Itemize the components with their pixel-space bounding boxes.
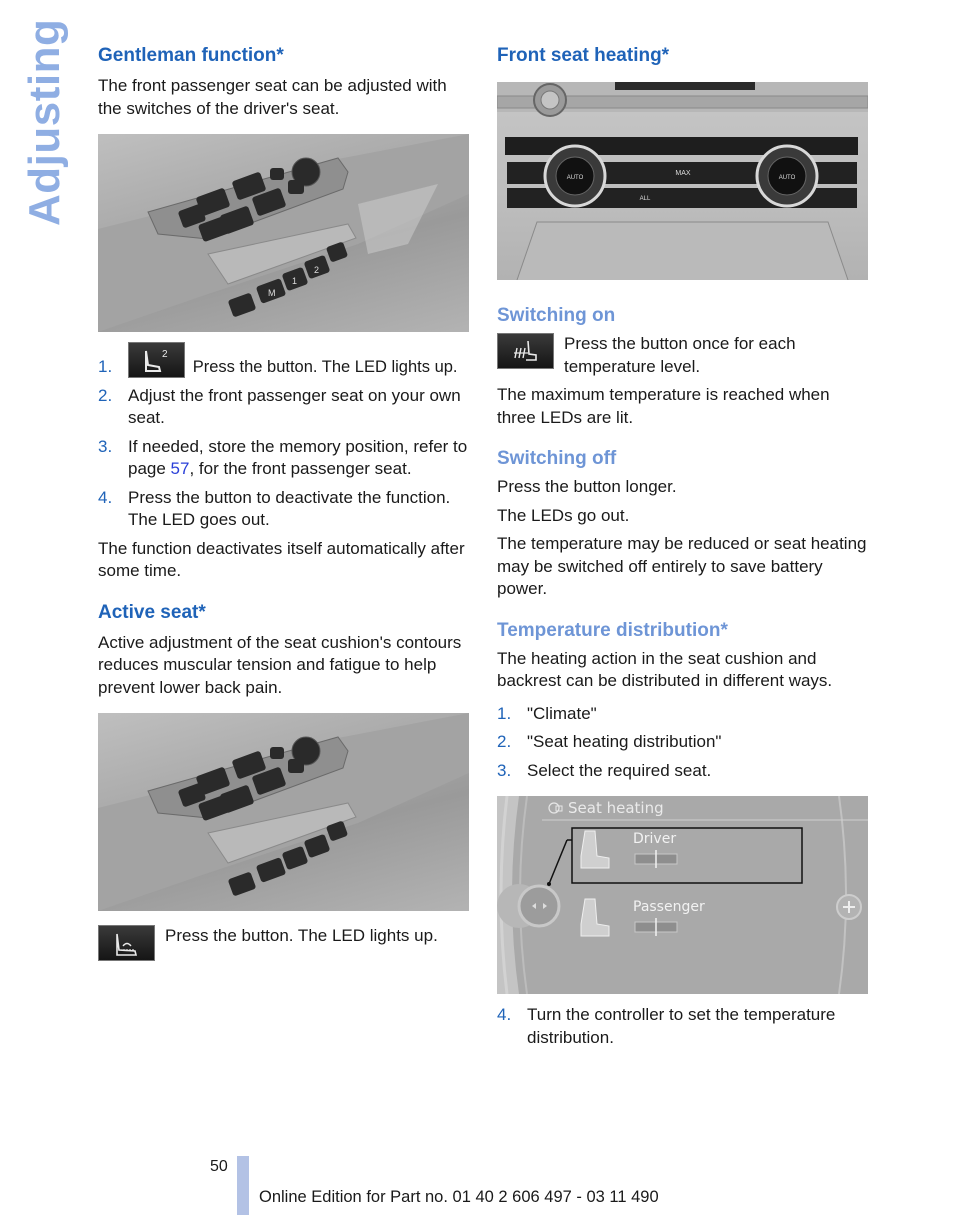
switching-off-heading: Switching off (497, 448, 617, 469)
right-knob-auto-label: AUTO (779, 175, 796, 181)
left-knob-auto-label: AUTO (567, 175, 584, 181)
seat-heating-button-icon (497, 333, 554, 369)
screen-title: Seat heating (568, 799, 664, 817)
gentleman-step-2: 2. Adjust the front passenger seat on yo… (98, 385, 461, 428)
door-panel-illustration-2 (98, 713, 469, 912)
driver-seat-icon (580, 830, 610, 869)
switching-on-text: Press the button once for each temperatu… (564, 334, 796, 376)
climate-control-illustration: AUTO AUTO MAX ALL (497, 82, 868, 280)
gentleman-step-4: 4. Press the button to deactivate the fu… (98, 487, 451, 530)
left-temperature-knob: AUTO (543, 144, 607, 208)
memory-1-label: 1 (292, 276, 297, 286)
right-column: Front seat heating* AUTO AUTO MAX ALL Sw… (497, 44, 868, 1055)
seat-memory-2-button-icon: 2 (128, 342, 185, 378)
distribution-step-3: 3. Select the required seat. (497, 760, 712, 780)
plus-button-icon[interactable] (836, 894, 862, 920)
driver-label[interactable]: Driver (633, 831, 676, 847)
switching-on-note: The maximum temperature is reached when … (497, 385, 830, 427)
gentleman-step-1: 1. 2 Press the button. The LED lights up… (98, 342, 469, 379)
door-panel-figure: M 1 2 (98, 134, 469, 332)
gentleman-intro: The front passenger seat can be adjusted… (98, 76, 447, 118)
seat-heating-screen: Seat heating Driver Passenger (497, 796, 868, 994)
page-57-link[interactable]: 57 (171, 459, 190, 478)
active-seat-door-figure (98, 713, 469, 912)
left-column: Gentleman function* The front passenger … (98, 44, 469, 969)
callout-line (548, 839, 568, 885)
memory-2-label: 2 (314, 265, 319, 275)
active-seat-intro: Active adjustment of the seat cushion's … (98, 632, 462, 697)
page-number: 50 (210, 1158, 228, 1175)
distribution-final-step: 4. Turn the controller to set the temper… (497, 1004, 868, 1049)
right-temperature-knob: AUTO (755, 144, 819, 208)
svg-text:2: 2 (162, 349, 168, 360)
chapter-title: Adjusting (20, 18, 69, 226)
distribution-step-1: 1. "Climate" (497, 703, 597, 723)
switching-on-heading: Switching on (497, 305, 616, 326)
door-panel-illustration: M 1 2 (98, 134, 469, 332)
passenger-seat-icon (580, 898, 610, 937)
active-seat-instruction-text: Press the button. The LED lights up. (165, 926, 438, 946)
gentleman-steps: 1. 2 Press the button. The LED lights up… (98, 342, 469, 532)
chapter-side-tab: Adjusting (14, 19, 74, 230)
gentleman-step-1-text: Press the button. The LED lights up. (192, 358, 458, 377)
max-ac-label: MAX (675, 170, 691, 177)
temperature-distribution-heading: Temperature distribution* (497, 619, 728, 641)
switching-off-line-3: The temperature may be reduced or seat h… (497, 534, 867, 598)
distribution-step-2: 2. "Seat heating distribution" (497, 732, 722, 751)
gentleman-note: The function deactivates itself automati… (98, 538, 465, 581)
footer-edition: Online Edition for Part no. 01 40 2 606 … (259, 1188, 659, 1206)
switching-off-line-2: The LEDs go out. (497, 505, 630, 525)
active-seat-instruction: Press the button. The LED lights up. (98, 925, 469, 963)
driver-distribution-bar[interactable] (634, 850, 678, 868)
passenger-distribution-bar[interactable] (634, 918, 678, 936)
distribution-step-4: 4. Turn the controller to set the temper… (497, 1005, 836, 1047)
active-seat-button-icon (98, 925, 155, 962)
passenger-label[interactable]: Passenger (633, 899, 705, 915)
memory-m-label: M (268, 288, 276, 298)
switching-on-instruction: Press the button once for each temperatu… (497, 333, 868, 378)
active-seat-heading: Active seat* (98, 601, 206, 623)
driver-selection-frame (571, 827, 803, 884)
distribution-intro: The heating action in the seat cushion a… (497, 648, 833, 691)
switching-off-line-1: Press the button longer. (497, 477, 677, 496)
footer-accent-bar (237, 1156, 249, 1215)
distribution-steps: 1. "Climate" 2. "Seat heating distributi… (497, 703, 868, 783)
gentleman-step-3: 3. If needed, store the memory position,… (98, 436, 468, 479)
climate-panel-figure: AUTO AUTO MAX ALL (497, 82, 868, 280)
controller-dial-icon (497, 884, 561, 928)
all-label: ALL (640, 196, 651, 202)
gentleman-function-heading: Gentleman function* (98, 45, 284, 66)
settings-icon (548, 802, 563, 814)
front-seat-heating-heading: Front seat heating* (497, 45, 670, 66)
